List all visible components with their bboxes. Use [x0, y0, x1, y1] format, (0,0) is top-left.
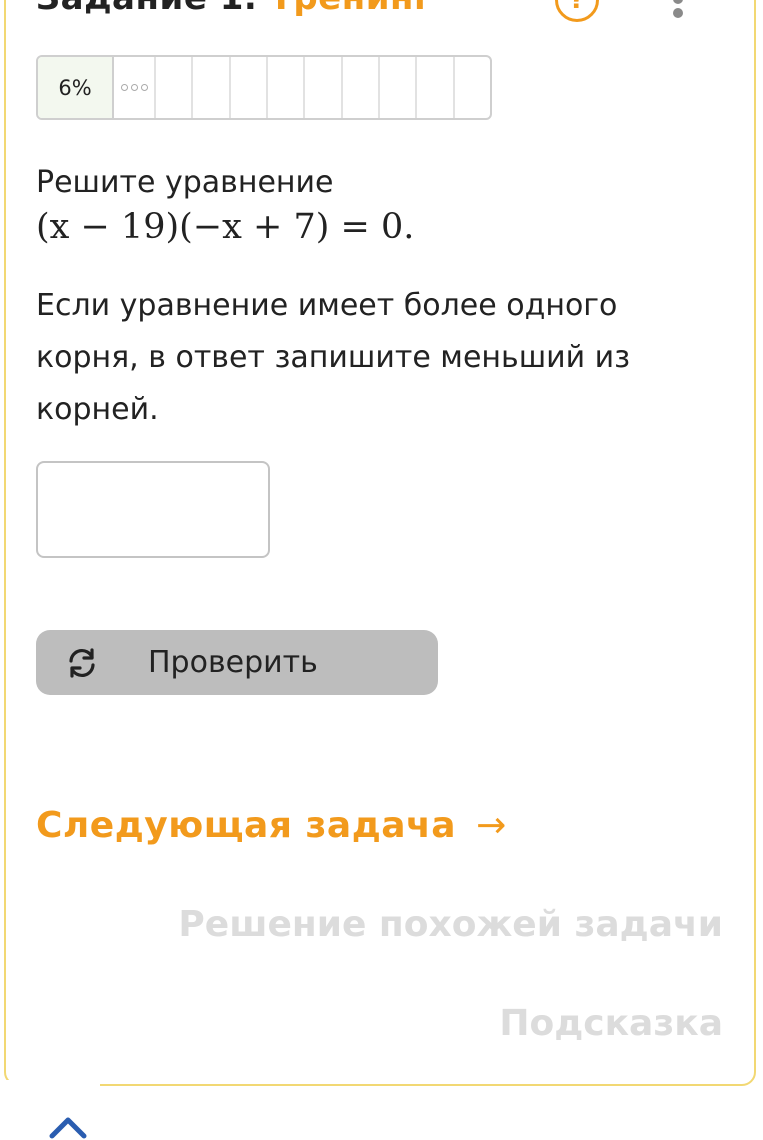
progress-segment[interactable]: [156, 57, 194, 118]
next-task-label: Следующая задача: [36, 805, 457, 846]
progress-percent: 6%: [38, 57, 114, 118]
hint-link[interactable]: Подсказка: [499, 1003, 723, 1044]
task-equation: (x − 19)(−x + 7) = 0.: [36, 207, 415, 247]
progress-segment[interactable]: [380, 57, 418, 118]
arrow-up-icon[interactable]: [48, 1110, 88, 1140]
menu-dot: [673, 8, 683, 18]
progress-segment[interactable]: [305, 57, 343, 118]
progress-segment[interactable]: [343, 57, 380, 118]
help-glyph: ?: [569, 0, 585, 15]
page-title: Задание 1. Тренинг: [36, 0, 432, 18]
similar-solution-link[interactable]: Решение похожей задачи: [178, 904, 723, 945]
next-task-link[interactable]: Следующая задача →: [36, 805, 507, 846]
title-prefix: Задание 1.: [36, 0, 257, 18]
progress-segment[interactable]: [417, 57, 455, 118]
check-button-label: Проверить: [148, 645, 318, 680]
progress-segment[interactable]: [193, 57, 231, 118]
task-instruction: Если уравнение имеет более одного корня,…: [36, 288, 631, 427]
arrow-right-icon: →: [476, 805, 507, 846]
refresh-icon: [69, 648, 95, 678]
progress-segment[interactable]: [231, 57, 268, 118]
answer-input[interactable]: [36, 461, 270, 558]
progress-segment[interactable]: [455, 57, 490, 118]
task-prompt: Решите уравнение: [36, 165, 334, 200]
card-border-gap: [0, 1080, 100, 1092]
progress-segment[interactable]: [268, 57, 306, 118]
check-button[interactable]: Проверить: [36, 630, 438, 695]
more-vertical-icon[interactable]: [672, 0, 684, 28]
progress-more-icon[interactable]: [114, 57, 156, 118]
progress-bar: 6%: [36, 55, 492, 120]
title-accent: Тренинг: [270, 0, 433, 18]
menu-dot: [673, 0, 683, 4]
